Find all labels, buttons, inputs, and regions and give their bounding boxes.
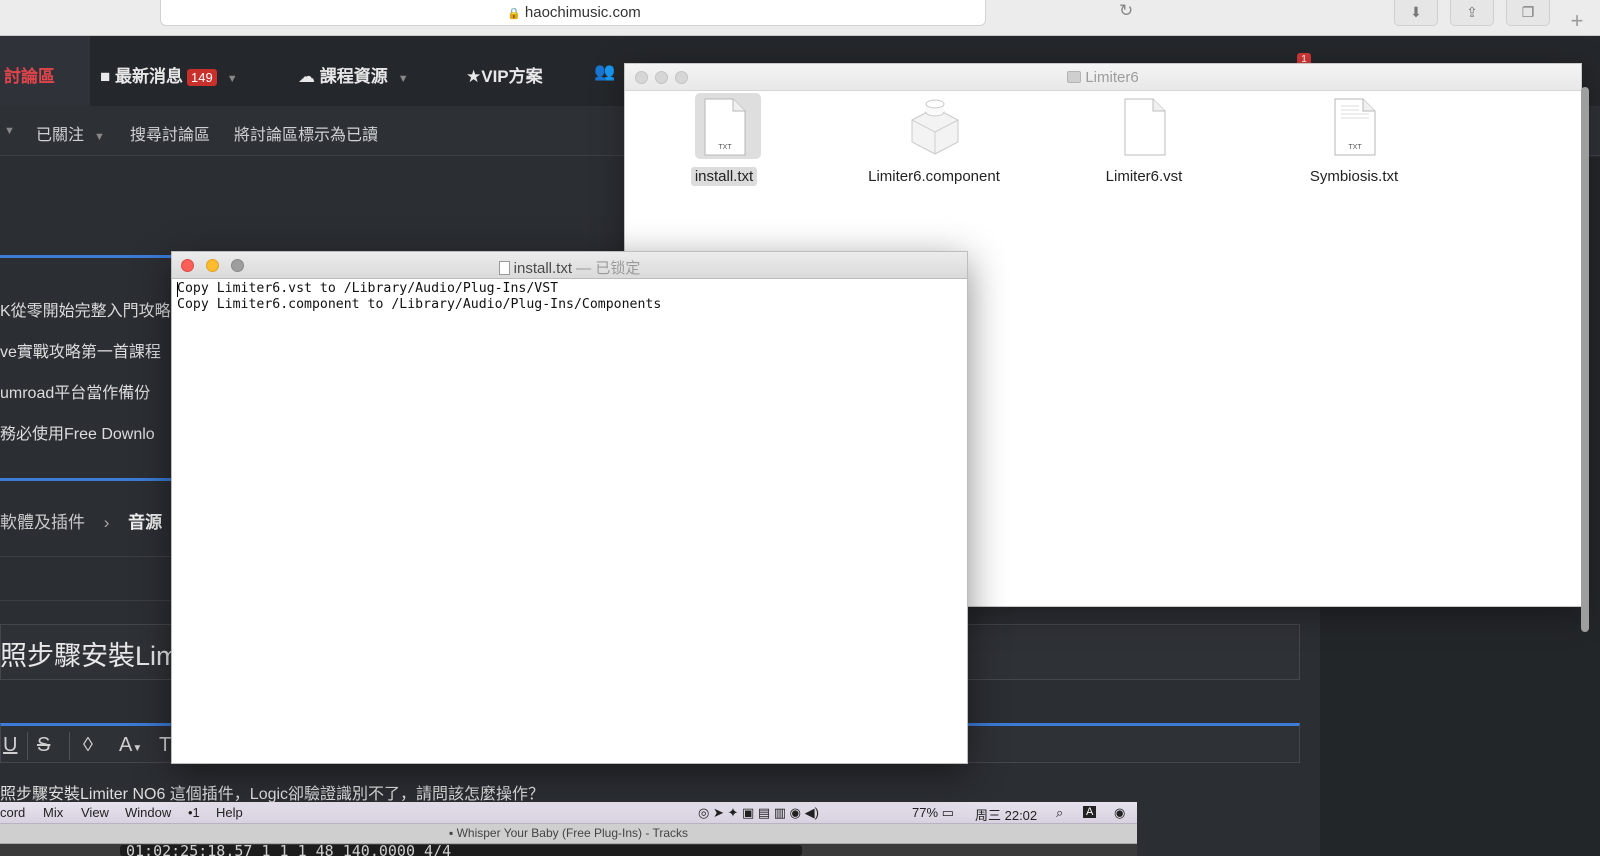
text-line[interactable]: Copy Limiter6.vst to /Library/Audio/Plug… <box>177 281 558 296</box>
lock-icon: 🔒 <box>507 8 521 20</box>
reload-icon[interactable]: ↻ <box>1119 1 1133 21</box>
chevron-down-icon: ▼ <box>94 131 105 143</box>
menu-help[interactable]: Help <box>216 805 243 820</box>
menu-record[interactable]: cord <box>0 805 25 820</box>
new-tab-icon[interactable]: + <box>1562 6 1592 36</box>
scrollbar[interactable] <box>1581 87 1589 632</box>
sub-nav-followed[interactable]: 已關注 ▼ <box>36 121 105 145</box>
menu-window[interactable]: Window <box>125 805 171 820</box>
nav-course-label: 課程資源 <box>319 67 388 86</box>
logic-doc-icon: ▪ <box>448 826 457 840</box>
alert-icon: ■ <box>100 67 111 86</box>
file-label: Symbiosis.txt <box>1309 168 1399 185</box>
locked-label: — 已锁定 <box>576 260 641 277</box>
input-source-icon[interactable]: A <box>1083 806 1097 818</box>
sub-nav-mark-read[interactable]: 將討論區標示為已讀 <box>234 121 378 145</box>
logic-window-title: ▪ Whisper Your Baby (Free Plug-Ins) - Tr… <box>448 826 688 840</box>
sub-nav-search-forum[interactable]: 搜尋討論區 <box>130 121 210 145</box>
textedit-titlebar[interactable]: install.txt — 已锁定 <box>172 252 967 279</box>
txt-file-icon: TXT <box>704 98 746 156</box>
news-count-badge: 149 <box>187 69 217 86</box>
thread-link[interactable]: K從零開始完整入門攻略 <box>0 297 171 321</box>
thread-link[interactable]: umroad平台當作備份 <box>0 379 150 403</box>
address-bar[interactable]: 🔒 haochimusic.com ↻ <box>160 0 1133 26</box>
chevron-right-icon: › <box>103 513 110 532</box>
post-body-text: 照步驟安裝Limiter NO6 這個插件，Logic卻驗證識別不了，請問該怎麼… <box>0 786 545 803</box>
document-icon <box>1124 98 1166 156</box>
section-divider <box>0 255 175 258</box>
post-title: 照步驟安裝Lim <box>0 641 179 671</box>
spotlight-search-icon[interactable]: ⌕ <box>1056 805 1063 821</box>
clock[interactable]: 周三 22:02 <box>975 805 1037 824</box>
star-icon: ★ <box>466 67 482 86</box>
font-size-icon[interactable]: A▼ <box>119 734 142 757</box>
nav-news[interactable]: ■ 最新消息 149 ▼ <box>100 62 238 87</box>
menu-view[interactable]: View <box>81 805 109 820</box>
finder-titlebar[interactable]: Limiter6 <box>625 64 1581 91</box>
breadcrumb: 軟體及插件 › 音源 <box>0 508 162 533</box>
nav-forum[interactable]: 討論區 <box>0 36 90 106</box>
section-divider <box>0 478 175 481</box>
file-label: Limiter6.vst <box>1105 168 1183 185</box>
toolbar-separator <box>27 732 28 760</box>
nav-course-resources[interactable]: ☁ 課程資源 ▼ <box>298 62 409 87</box>
file-label: install.txt <box>634 167 814 186</box>
strikethrough-icon[interactable]: S <box>37 734 50 757</box>
toolbar-separator <box>69 732 70 760</box>
txt-badge: TXT <box>718 144 732 151</box>
siri-icon[interactable]: ◉ <box>1114 805 1125 821</box>
tabs-overview-icon[interactable]: ❐ <box>1506 0 1550 26</box>
disk-image-icon <box>1067 71 1082 83</box>
mac-menubar: cord Mix View Window •1 Help ◎ ➤ ✦ ▣ ▤ ▥… <box>0 802 1137 824</box>
thread-link[interactable]: ve實戰攻略第一首課程 <box>0 338 161 362</box>
logic-lcd-display[interactable]: 01:02:25:18.57 1 1 1 48 140.0000 4/4 <box>120 845 802 856</box>
textedit-window: install.txt — 已锁定 Copy Limiter6.vst to /… <box>171 251 968 764</box>
text-line[interactable]: Copy Limiter6.component to /Library/Audi… <box>177 297 661 312</box>
battery-icon: ▭ <box>941 805 954 820</box>
battery-percent: 77% ▭ <box>912 805 954 820</box>
chevron-down-icon: ▼ <box>226 73 238 85</box>
chevron-down-icon[interactable]: ▼ <box>4 125 15 137</box>
document-icon <box>498 261 510 275</box>
file-label: Limiter6.component <box>868 168 1000 185</box>
thread-link[interactable]: 務必使用Free Downlo <box>0 420 155 444</box>
txt-badge: TXT <box>1348 144 1362 151</box>
textedit-title: install.txt — 已锁定 <box>172 257 967 278</box>
share-icon[interactable]: ⇪ <box>1450 0 1494 26</box>
url-text: haochimusic.com <box>524 4 641 21</box>
nav-vip[interactable]: ★VIP方案 <box>466 62 543 87</box>
lcd-text: 01:02:25:18.57 1 1 1 48 140.0000 4/4 <box>126 845 452 856</box>
finder-title: Limiter6 <box>625 69 1581 86</box>
logic-titlebar: ▪ Whisper Your Baby (Free Plug-Ins) - Tr… <box>0 824 1137 844</box>
nav-vip-label: VIP方案 <box>481 67 543 86</box>
txt-file-icon: TXT <box>1334 98 1376 156</box>
status-icons: ◎ ➤ ✦ ▣ ▤ ▥ ◉ ◀) <box>698 805 819 820</box>
cloud-download-icon: ☁ <box>298 67 315 86</box>
download-icon[interactable]: ⬇ <box>1394 0 1438 26</box>
underline-icon[interactable]: U <box>3 734 17 757</box>
menu-one[interactable]: •1 <box>188 805 200 820</box>
chevron-down-icon: ▼ <box>397 73 409 85</box>
breadcrumb-parent[interactable]: 軟體及插件 <box>0 513 85 532</box>
component-bundle-icon <box>911 99 959 155</box>
nav-news-label: 最新消息 <box>115 67 184 86</box>
members-icon[interactable]: 👥 <box>594 62 615 82</box>
menu-mix[interactable]: Mix <box>43 805 63 820</box>
text-format-icon[interactable]: T <box>159 734 171 757</box>
browser-toolbar: 🔒 haochimusic.com ↻ ⬇ ⇪ ❐ + <box>0 0 1600 36</box>
color-drop-icon[interactable]: ◊ <box>83 734 93 757</box>
breadcrumb-current[interactable]: 音源 <box>128 513 162 532</box>
